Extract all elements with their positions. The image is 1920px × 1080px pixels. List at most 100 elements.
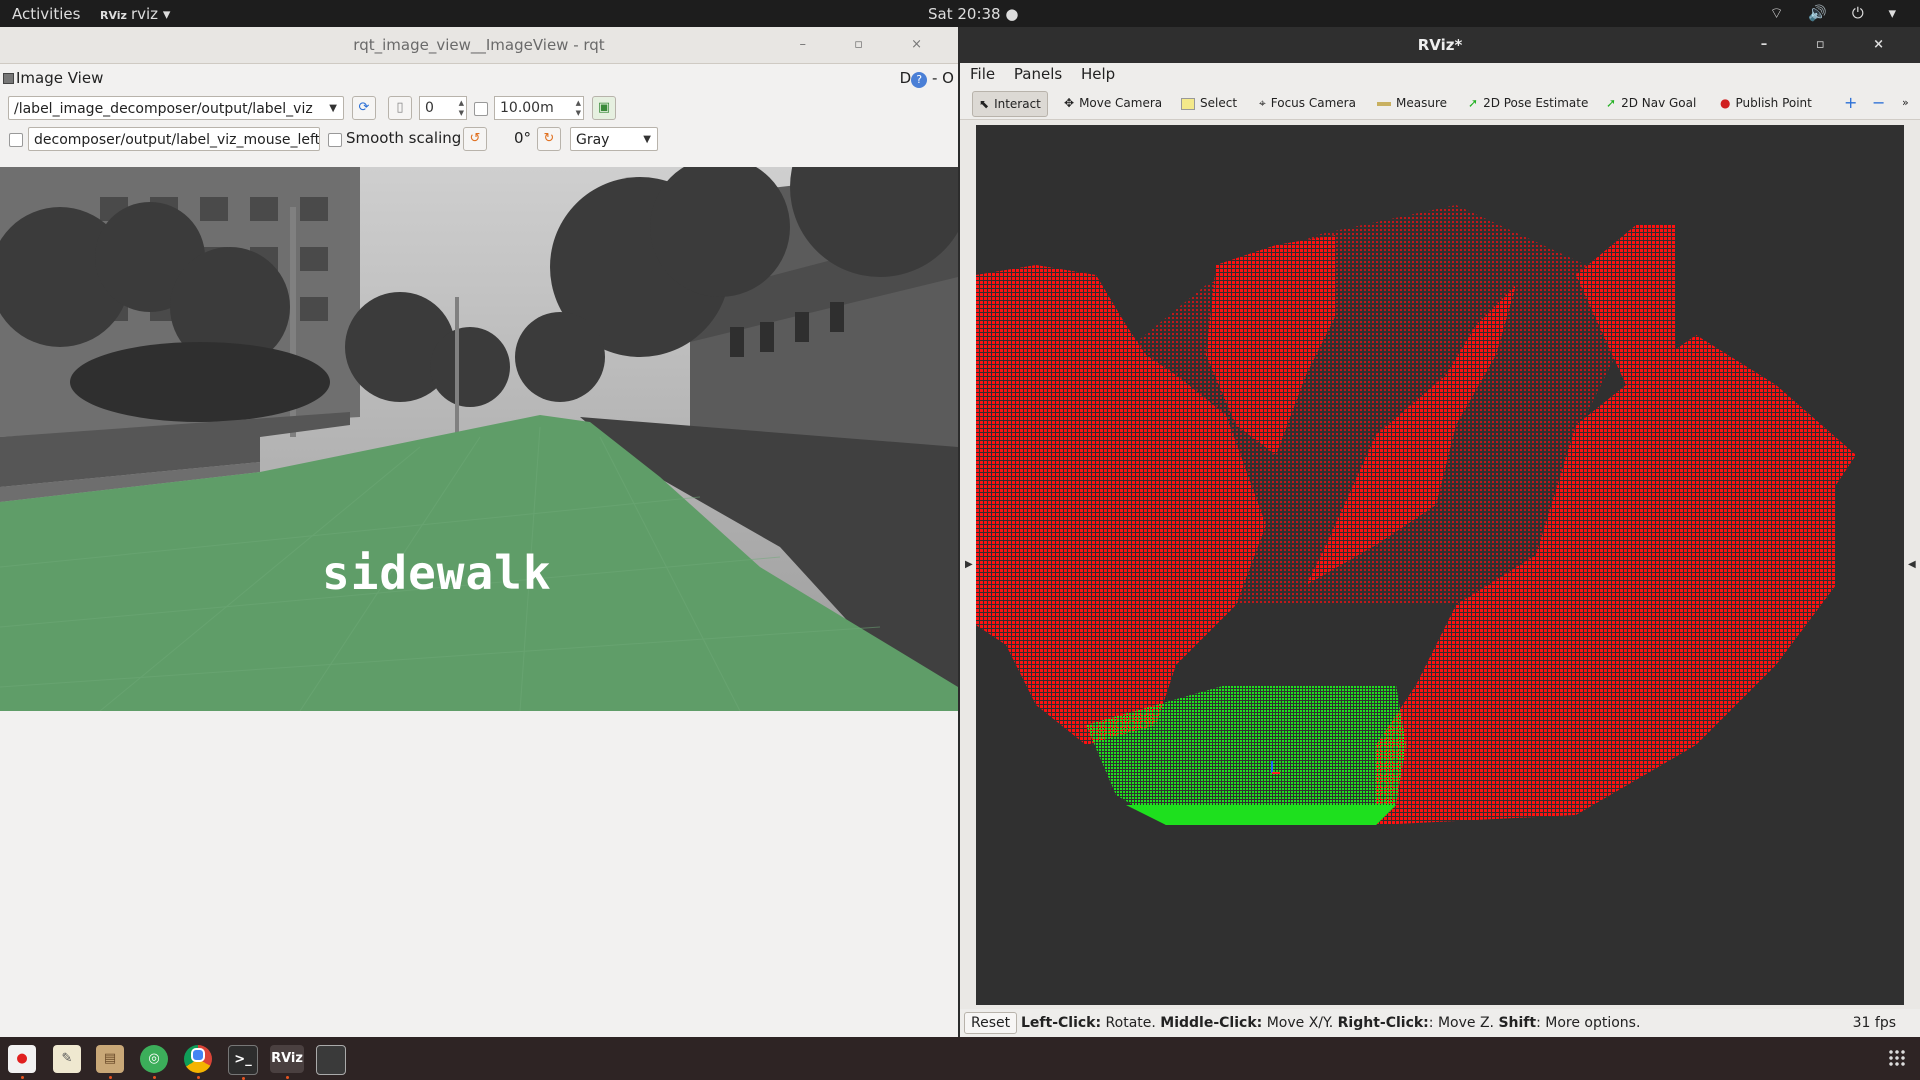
tool-publish-point-label: Publish Point: [1735, 96, 1812, 110]
fps-counter: 31 fps: [1852, 1015, 1896, 1031]
mouse-topic-value: decomposer/output/label_viz_mouse_left: [34, 132, 320, 148]
show-applications-icon[interactable]: [1888, 1049, 1906, 1067]
color-mode-select[interactable]: Gray ▼: [570, 127, 658, 151]
color-mode-value: Gray: [576, 132, 610, 148]
spin-arrows-icon[interactable]: ▲ ▼: [459, 98, 464, 118]
hint-text: : More options.: [1536, 1015, 1641, 1031]
chrome-icon[interactable]: [184, 1045, 212, 1079]
spin-arrows-icon[interactable]: ▲ ▼: [576, 98, 581, 118]
rotate-right-button[interactable]: ↻: [537, 127, 561, 151]
rviz-badge-icon: RViz: [100, 9, 127, 22]
terminal-icon[interactable]: >_: [228, 1045, 258, 1080]
camera-image[interactable]: sidewalk: [0, 167, 958, 711]
tool-2d-nav-goal[interactable]: ➚ 2D Nav Goal: [1606, 91, 1696, 115]
topic-select-value: /label_image_decomposer/output/label_viz: [14, 101, 313, 117]
activities-button[interactable]: Activities: [12, 5, 80, 23]
green-arrow-icon: ➚: [1606, 96, 1617, 110]
clock[interactable]: Sat 20:38 ●: [928, 5, 1018, 23]
rviz-window: RViz* – ▫ × File Panels Help ⬉ Interact ✥…: [960, 27, 1920, 1037]
tool-bar: ⬉ Interact ✥ Move Camera Select ⌖ Focus Cam…: [960, 85, 1920, 120]
rotate-left-button[interactable]: ↺: [463, 127, 487, 151]
right-panel-toggle-icon[interactable]: ◀: [1908, 559, 1916, 570]
taskbar: ● ✎ ▤ ◎ >_ RViz: [0, 1037, 1920, 1080]
hedge: [70, 342, 330, 422]
menu-panels[interactable]: Panels: [1014, 65, 1062, 83]
toolbar-overflow-button[interactable]: »: [1902, 91, 1909, 115]
tool-focus-camera-label: Focus Camera: [1270, 96, 1356, 110]
save-image-button[interactable]: ▣: [592, 96, 616, 120]
mouse-publish-checkbox[interactable]: [9, 133, 23, 147]
text-editor-icon[interactable]: ✎: [53, 1045, 81, 1073]
record-icon[interactable]: ●: [8, 1045, 36, 1079]
add-tool-button[interactable]: +: [1844, 91, 1857, 115]
menu-help[interactable]: Help: [1081, 65, 1115, 83]
chevron-right-icon: »: [1902, 96, 1909, 109]
smooth-scaling-checkbox[interactable]: [328, 133, 342, 147]
rviz-3d-view[interactable]: [976, 125, 1904, 1005]
window-controls[interactable]: – ▫ ×: [1761, 27, 1906, 63]
green-arrow-icon: ➚: [1468, 96, 1479, 110]
tool-publish-point[interactable]: ● Publish Point: [1720, 91, 1812, 115]
app-menu-label: rviz ▾: [130, 5, 171, 23]
distance-checkbox[interactable]: [474, 102, 488, 116]
minus-icon: −: [1872, 93, 1886, 112]
rotate-left-icon: ↺: [469, 131, 481, 146]
dock-float-icon[interactable]: [3, 73, 14, 84]
window-titlebar: rqt_image_view__ImageView - rqt – ▫ ×: [0, 27, 958, 64]
status-bar: Reset Left-Click: Rotate. Middle-Click: …: [960, 1009, 1920, 1037]
zoom-fit-button[interactable]: ▯: [388, 96, 412, 120]
help-icon[interactable]: ?: [911, 72, 928, 88]
top-bar: Activities RViz rviz ▾ Sat 20:38 ● ⌔ 🔊 ⏻ …: [0, 0, 1920, 27]
image-toolbar-row-1: /label_image_decomposer/output/label_viz…: [0, 93, 958, 123]
ruler-icon: [1377, 101, 1391, 106]
tool-move-camera[interactable]: ✥ Move Camera: [1064, 91, 1162, 115]
tool-pose-label: 2D Pose Estimate: [1483, 96, 1589, 110]
dock-close-buttons[interactable]: - O: [932, 69, 954, 87]
lamp-post-far: [455, 297, 459, 437]
window-icon[interactable]: [316, 1045, 346, 1075]
menu-file[interactable]: File: [970, 65, 995, 83]
dock-controls[interactable]: D? - O: [900, 69, 954, 88]
cursor-icon: ⬉: [979, 97, 990, 111]
hint-text: Move X/Y.: [1262, 1015, 1338, 1031]
remove-tool-button[interactable]: −: [1872, 91, 1885, 115]
tool-move-camera-label: Move Camera: [1079, 96, 1163, 110]
refresh-button[interactable]: ⟳: [352, 96, 376, 120]
map-pin-icon: ●: [1720, 96, 1731, 110]
point-cloud-render: [976, 205, 1856, 825]
segmentation-label: sidewalk: [322, 546, 552, 600]
focus-icon: ⌖: [1259, 96, 1266, 110]
select-box-icon: [1181, 97, 1195, 110]
tool-measure[interactable]: Measure: [1377, 91, 1447, 115]
hint-middle-click: Middle-Click:: [1160, 1015, 1263, 1031]
window-title: rqt_image_view__ImageView - rqt: [353, 36, 605, 54]
rviz-icon[interactable]: RViz: [270, 1045, 304, 1079]
rotation-value: 0°: [514, 129, 532, 147]
mouse-topic-input[interactable]: decomposer/output/label_viz_mouse_left: [28, 127, 320, 151]
refresh-icon: ⟳: [358, 100, 370, 115]
tool-focus-camera[interactable]: ⌖ Focus Camera: [1259, 91, 1356, 115]
tool-2d-pose-estimate[interactable]: ➚ 2D Pose Estimate: [1468, 91, 1588, 115]
plus-icon: +: [1844, 93, 1858, 112]
app-menu[interactable]: RViz rviz ▾: [100, 5, 170, 23]
reset-button[interactable]: Reset: [964, 1012, 1018, 1034]
tool-interact[interactable]: ⬉ Interact: [972, 91, 1048, 117]
topic-select[interactable]: /label_image_decomposer/output/label_viz…: [8, 96, 344, 120]
camera-image-canvas: [0, 167, 958, 711]
frame-spinbox[interactable]: 0 ▲ ▼: [419, 96, 467, 120]
rotate-right-icon: ↻: [543, 131, 555, 146]
left-panel-toggle-icon[interactable]: ▶: [965, 559, 973, 570]
dock-header: Image View D? - O: [0, 63, 958, 91]
window-titlebar: RViz* – ▫ ×: [960, 27, 1920, 63]
files-icon[interactable]: ▤: [96, 1045, 124, 1079]
dock-d-button[interactable]: D: [900, 69, 912, 87]
frame-spinbox-value: 0: [425, 100, 434, 116]
distance-spinbox[interactable]: 10.00m ▲ ▼: [494, 96, 584, 120]
network-icon[interactable]: ◎: [140, 1045, 168, 1079]
tool-select[interactable]: Select: [1181, 91, 1237, 115]
system-tray[interactable]: ⌔ 🔊 ⏻ ▾: [1770, 4, 1906, 23]
window-controls[interactable]: – ▫ ×: [800, 27, 944, 63]
hint-right-click: Right-Click:: [1337, 1015, 1429, 1031]
tool-interact-label: Interact: [994, 97, 1041, 111]
tool-measure-label: Measure: [1396, 96, 1447, 110]
